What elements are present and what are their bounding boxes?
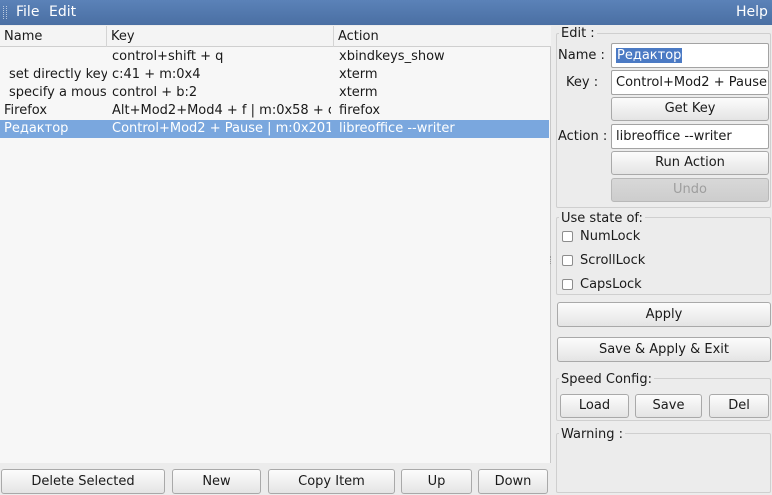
- cell-key: Alt+Mod2+Mod4 + f | m:0x58 + c: [112, 103, 331, 118]
- column-header-action[interactable]: Action: [334, 26, 551, 47]
- edit-group-title: Edit :: [559, 26, 597, 41]
- bindings-table[interactable]: Name Key Action control+shift + q xbindk…: [0, 26, 551, 463]
- cell-key: Control+Mod2 + Pause | m:0x2014: [112, 121, 331, 136]
- scrolllock-label: ScrollLock: [580, 253, 646, 268]
- menu-file[interactable]: File: [16, 4, 39, 21]
- table-row[interactable]: control+shift + q xbindkeys_show: [0, 48, 549, 66]
- scrolllock-checkbox-row[interactable]: ScrollLock: [562, 252, 682, 270]
- action-label: Action :: [558, 129, 608, 144]
- table-row[interactable]: specify a mous control + b:2 xterm: [0, 84, 549, 102]
- cell-action: libreoffice --writer: [339, 121, 455, 136]
- copy-item-button[interactable]: Copy Item: [268, 469, 395, 494]
- state-group-title: Use state of:: [559, 211, 645, 226]
- capslock-checkbox-row[interactable]: CapsLock: [562, 276, 682, 294]
- table-body: control+shift + q xbindkeys_show set dir…: [0, 48, 551, 138]
- edit-panel: Edit : Name : Редактор Key : Control+Mod…: [554, 26, 772, 495]
- key-label: Key :: [566, 75, 599, 90]
- cell-action: xbindkeys_show: [339, 49, 445, 64]
- key-field[interactable]: Control+Mod2 + Pause: [611, 70, 769, 95]
- save-button[interactable]: Save: [635, 394, 702, 418]
- cell-action: xterm: [339, 85, 378, 100]
- cell-key: control + b:2: [112, 85, 198, 100]
- cell-name: Редактор: [4, 121, 69, 136]
- cell-action: firefox: [339, 103, 381, 118]
- numlock-checkbox[interactable]: [562, 231, 573, 242]
- table-button-bar: Delete Selected New Copy Item Up Down: [0, 463, 551, 495]
- name-label: Name :: [558, 48, 605, 63]
- action-field[interactable]: libreoffice --writer: [611, 124, 769, 149]
- del-button[interactable]: Del: [709, 394, 769, 418]
- down-button[interactable]: Down: [478, 469, 548, 494]
- load-button[interactable]: Load: [560, 394, 629, 418]
- column-header-name[interactable]: Name: [0, 26, 107, 47]
- menubar-grip-icon: [3, 6, 7, 19]
- undo-button[interactable]: Undo: [611, 178, 769, 202]
- apply-button[interactable]: Apply: [557, 302, 771, 327]
- menu-bar: File Edit Help: [0, 0, 772, 25]
- warning-group-box: [556, 433, 771, 493]
- name-value: Редактор: [616, 48, 683, 63]
- new-button[interactable]: New: [172, 469, 261, 494]
- table-row[interactable]: Firefox Alt+Mod2+Mod4 + f | m:0x58 + c f…: [0, 102, 549, 120]
- cell-key: control+shift + q: [112, 49, 224, 64]
- table-row-selected[interactable]: Редактор Control+Mod2 + Pause | m:0x2014…: [0, 120, 549, 138]
- name-field[interactable]: Редактор: [611, 43, 769, 68]
- cell-name: specify a mous: [9, 85, 107, 100]
- menu-help[interactable]: Help: [736, 4, 768, 21]
- numlock-label: NumLock: [580, 229, 641, 244]
- scrolllock-checkbox[interactable]: [562, 255, 573, 266]
- cell-name: [4, 48, 107, 66]
- run-action-button[interactable]: Run Action: [611, 151, 769, 175]
- capslock-checkbox[interactable]: [562, 279, 573, 290]
- table-row[interactable]: set directly key c:41 + m:0x4 xterm: [0, 66, 549, 84]
- warning-group-title: Warning :: [559, 427, 625, 442]
- cell-name: set directly key: [9, 67, 107, 82]
- capslock-label: CapsLock: [580, 277, 642, 292]
- save-apply-exit-button[interactable]: Save & Apply & Exit: [557, 337, 771, 362]
- column-header-key[interactable]: Key: [107, 26, 334, 47]
- delete-selected-button[interactable]: Delete Selected: [1, 469, 165, 494]
- speed-group-title: Speed Config:: [559, 372, 654, 387]
- get-key-button[interactable]: Get Key: [611, 97, 769, 121]
- cell-key: c:41 + m:0x4: [112, 67, 201, 82]
- up-button[interactable]: Up: [401, 469, 472, 494]
- table-header: Name Key Action: [0, 26, 551, 47]
- cell-action: xterm: [339, 67, 378, 82]
- menu-edit[interactable]: Edit: [49, 4, 76, 21]
- cell-name: Firefox: [4, 103, 48, 118]
- numlock-checkbox-row[interactable]: NumLock: [562, 228, 682, 246]
